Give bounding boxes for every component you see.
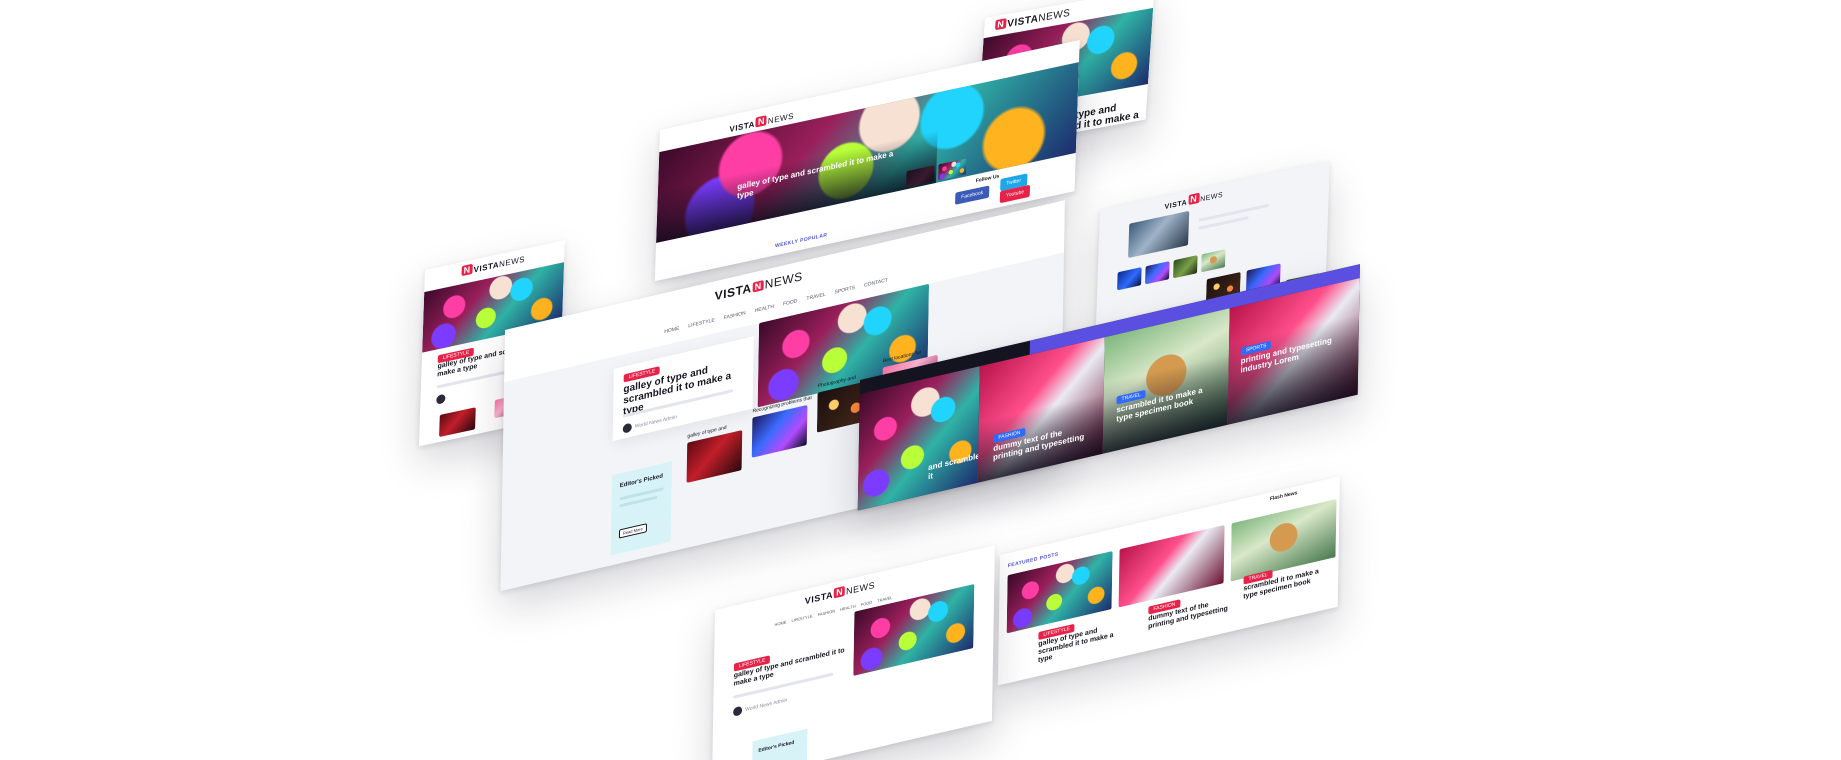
author-name[interactable]: World News Admin	[745, 697, 787, 713]
strip-image-1[interactable]	[857, 366, 980, 511]
nav-home[interactable]: HOME	[774, 619, 786, 627]
nav-fashion[interactable]: FASHION	[818, 608, 836, 617]
grid-thumb-2[interactable]	[1117, 267, 1142, 291]
bottom-page-panel: VISTA N NEWS HOME LIFESTYLE FASHION HEALTH…	[711, 545, 995, 760]
nav-food[interactable]: FOOD	[861, 600, 873, 608]
grid-thumb-1[interactable]	[1128, 210, 1190, 259]
editors-picked-box: Editor's Picked	[751, 728, 808, 760]
featured-panel: FEATURED POSTS Flash News LIFESTYLE gall…	[997, 476, 1340, 686]
follow-label: Follow Us	[975, 173, 1000, 185]
nav-health[interactable]: HEALTH	[840, 603, 856, 612]
grid-thumb-5[interactable]	[1201, 249, 1226, 273]
author-avatar[interactable]	[436, 393, 446, 405]
nav-travel[interactable]: TRAVEL	[877, 595, 892, 604]
hero-image[interactable]	[853, 583, 975, 676]
flash-news-label[interactable]: Flash News	[1270, 490, 1298, 502]
grid-thumb-3[interactable]	[1145, 261, 1170, 285]
mockup-stage: NVISTANEWS LIFESTYLE galley of type and …	[0, 0, 1841, 760]
nav-lifestyle[interactable]: LIFESTYLE	[791, 613, 812, 623]
facebook-button[interactable]: Facebook	[955, 185, 990, 205]
editors-picked-title: Editor's Picked	[758, 739, 795, 754]
featured-headline-2[interactable]: dummy text of the printing and typesetti…	[1148, 597, 1228, 631]
featured-image-2[interactable]	[1118, 524, 1225, 608]
list-thumb-1[interactable]	[439, 407, 476, 438]
author-avatar[interactable]	[733, 705, 743, 717]
grid-thumb-4[interactable]	[1173, 255, 1198, 279]
weekly-popular-label: WEEKLY POPULAR	[774, 232, 828, 250]
editors-picked-title: Editor's Picked	[619, 473, 663, 490]
read-more-button[interactable]: Read More	[618, 523, 647, 539]
logo[interactable]: VISTANNEWS	[1164, 188, 1223, 212]
editors-picked-box: Editor's Picked Read More	[610, 461, 673, 556]
